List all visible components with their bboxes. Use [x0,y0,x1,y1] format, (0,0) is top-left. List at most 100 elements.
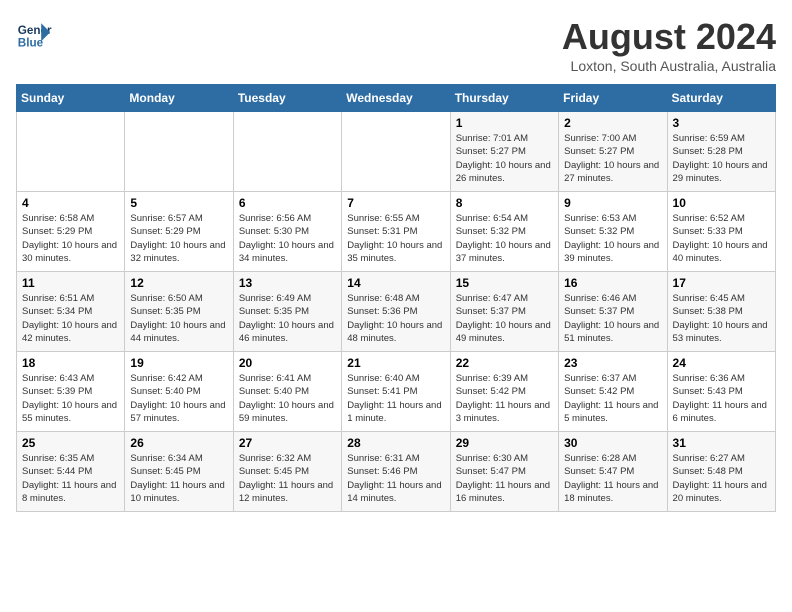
day-number: 11 [22,276,119,290]
day-info: Sunrise: 7:00 AMSunset: 5:27 PMDaylight:… [564,132,661,185]
calendar-cell: 19Sunrise: 6:42 AMSunset: 5:40 PMDayligh… [125,352,233,432]
day-number: 29 [456,436,553,450]
day-info: Sunrise: 6:51 AMSunset: 5:34 PMDaylight:… [22,292,119,345]
calendar-cell: 24 Sunrise: 6:36 AMSunset: 5:43 PMDayligh… [667,352,775,432]
weekday-header-monday: Monday [125,85,233,112]
day-info: Sunrise: 6:41 AMSunset: 5:40 PMDaylight:… [239,372,336,425]
calendar-cell: 20 Sunrise: 6:41 AMSunset: 5:40 PMDayligh… [233,352,341,432]
calendar-cell [233,112,341,192]
calendar-cell: 5 Sunrise: 6:57 AMSunset: 5:29 PMDaylight… [125,192,233,272]
calendar-cell: 14 Sunrise: 6:48 AMSunset: 5:36 PMDayligh… [342,272,450,352]
day-number: 6 [239,196,336,210]
calendar-cell: 9 Sunrise: 6:53 AMSunset: 5:32 PMDaylight… [559,192,667,272]
day-info: Sunrise: 6:43 AMSunset: 5:39 PMDaylight:… [22,372,119,425]
day-number: 16 [564,276,661,290]
day-info: Sunrise: 6:31 AMSunset: 5:46 PMDaylight:… [347,452,444,505]
day-info: Sunrise: 6:39 AMSunset: 5:42 PMDaylight:… [456,372,553,425]
day-info: Sunrise: 6:48 AMSunset: 5:36 PMDaylight:… [347,292,444,345]
calendar-cell: 6 Sunrise: 6:56 AMSunset: 5:30 PMDaylight… [233,192,341,272]
weekday-header-wednesday: Wednesday [342,85,450,112]
calendar-cell: 26Sunrise: 6:34 AMSunset: 5:45 PMDayligh… [125,432,233,512]
title-block: August 2024 Loxton, South Australia, Aus… [562,16,776,74]
day-number: 20 [239,356,336,370]
logo: General Blue [16,16,52,52]
day-number: 30 [564,436,661,450]
month-year: August 2024 [562,16,776,58]
day-number: 28 [347,436,444,450]
calendar-cell: 2Sunrise: 7:00 AMSunset: 5:27 PMDaylight… [559,112,667,192]
day-number: 17 [673,276,770,290]
calendar-cell: 23 Sunrise: 6:37 AMSunset: 5:42 PMDayligh… [559,352,667,432]
day-info: Sunrise: 6:30 AMSunset: 5:47 PMDaylight:… [456,452,553,505]
day-number: 25 [22,436,119,450]
calendar-cell: 12 Sunrise: 6:50 AMSunset: 5:35 PMDayligh… [125,272,233,352]
day-info: Sunrise: 6:37 AMSunset: 5:42 PMDaylight:… [564,372,661,425]
day-number: 27 [239,436,336,450]
day-number: 7 [347,196,444,210]
day-info: Sunrise: 6:40 AMSunset: 5:41 PMDaylight:… [347,372,444,425]
day-info: Sunrise: 6:52 AMSunset: 5:33 PMDaylight:… [673,212,770,265]
day-number: 21 [347,356,444,370]
calendar-cell: 21 Sunrise: 6:40 AMSunset: 5:41 PMDayligh… [342,352,450,432]
weekday-header-friday: Friday [559,85,667,112]
day-info: Sunrise: 6:32 AMSunset: 5:45 PMDaylight:… [239,452,336,505]
day-info: Sunrise: 6:47 AMSunset: 5:37 PMDaylight:… [456,292,553,345]
calendar-cell: 15 Sunrise: 6:47 AMSunset: 5:37 PMDayligh… [450,272,558,352]
day-number: 24 [673,356,770,370]
logo-icon: General Blue [16,16,52,52]
day-info: Sunrise: 6:57 AMSunset: 5:29 PMDaylight:… [130,212,227,265]
day-info: Sunrise: 6:56 AMSunset: 5:30 PMDaylight:… [239,212,336,265]
day-info: Sunrise: 6:36 AMSunset: 5:43 PMDaylight:… [673,372,770,425]
day-number: 5 [130,196,227,210]
calendar-cell: 27 Sunrise: 6:32 AMSunset: 5:45 PMDayligh… [233,432,341,512]
weekday-header-thursday: Thursday [450,85,558,112]
weekday-header-tuesday: Tuesday [233,85,341,112]
day-number: 14 [347,276,444,290]
day-info: Sunrise: 6:45 AMSunset: 5:38 PMDaylight:… [673,292,770,345]
page-header: General Blue August 2024 Loxton, South A… [16,16,776,74]
day-info: Sunrise: 6:50 AMSunset: 5:35 PMDaylight:… [130,292,227,345]
calendar-cell: 17 Sunrise: 6:45 AMSunset: 5:38 PMDayligh… [667,272,775,352]
day-number: 8 [456,196,553,210]
calendar-cell [125,112,233,192]
calendar-cell [17,112,125,192]
calendar-cell: 1 Sunrise: 7:01 AMSunset: 5:27 PMDaylight… [450,112,558,192]
day-number: 31 [673,436,770,450]
calendar-cell: 11 Sunrise: 6:51 AMSunset: 5:34 PMDayligh… [17,272,125,352]
location: Loxton, South Australia, Australia [562,58,776,74]
calendar-cell [342,112,450,192]
calendar-cell: 10Sunrise: 6:52 AMSunset: 5:33 PMDayligh… [667,192,775,272]
day-number: 1 [456,116,553,130]
day-number: 19 [130,356,227,370]
day-number: 22 [456,356,553,370]
day-info: Sunrise: 6:59 AMSunset: 5:28 PMDaylight:… [673,132,770,185]
day-info: Sunrise: 6:28 AMSunset: 5:47 PMDaylight:… [564,452,661,505]
svg-text:Blue: Blue [18,37,44,50]
calendar-cell: 28 Sunrise: 6:31 AMSunset: 5:46 PMDayligh… [342,432,450,512]
calendar-cell: 18 Sunrise: 6:43 AMSunset: 5:39 PMDayligh… [17,352,125,432]
day-info: Sunrise: 6:49 AMSunset: 5:35 PMDaylight:… [239,292,336,345]
day-info: Sunrise: 7:01 AMSunset: 5:27 PMDaylight:… [456,132,553,185]
weekday-header-saturday: Saturday [667,85,775,112]
calendar-cell: 4Sunrise: 6:58 AMSunset: 5:29 PMDaylight… [17,192,125,272]
calendar-cell: 22 Sunrise: 6:39 AMSunset: 5:42 PMDayligh… [450,352,558,432]
day-number: 13 [239,276,336,290]
calendar-cell: 7 Sunrise: 6:55 AMSunset: 5:31 PMDaylight… [342,192,450,272]
day-number: 18 [22,356,119,370]
day-info: Sunrise: 6:53 AMSunset: 5:32 PMDaylight:… [564,212,661,265]
day-number: 12 [130,276,227,290]
day-info: Sunrise: 6:27 AMSunset: 5:48 PMDaylight:… [673,452,770,505]
day-info: Sunrise: 6:54 AMSunset: 5:32 PMDaylight:… [456,212,553,265]
day-number: 3 [673,116,770,130]
day-number: 9 [564,196,661,210]
day-info: Sunrise: 6:46 AMSunset: 5:37 PMDaylight:… [564,292,661,345]
day-number: 15 [456,276,553,290]
day-number: 23 [564,356,661,370]
day-info: Sunrise: 6:58 AMSunset: 5:29 PMDaylight:… [22,212,119,265]
day-info: Sunrise: 6:34 AMSunset: 5:45 PMDaylight:… [130,452,227,505]
calendar-cell: 3 Sunrise: 6:59 AMSunset: 5:28 PMDaylight… [667,112,775,192]
calendar-cell: 8 Sunrise: 6:54 AMSunset: 5:32 PMDaylight… [450,192,558,272]
calendar-cell: 13 Sunrise: 6:49 AMSunset: 5:35 PMDayligh… [233,272,341,352]
day-info: Sunrise: 6:55 AMSunset: 5:31 PMDaylight:… [347,212,444,265]
calendar-cell: 29 Sunrise: 6:30 AMSunset: 5:47 PMDayligh… [450,432,558,512]
